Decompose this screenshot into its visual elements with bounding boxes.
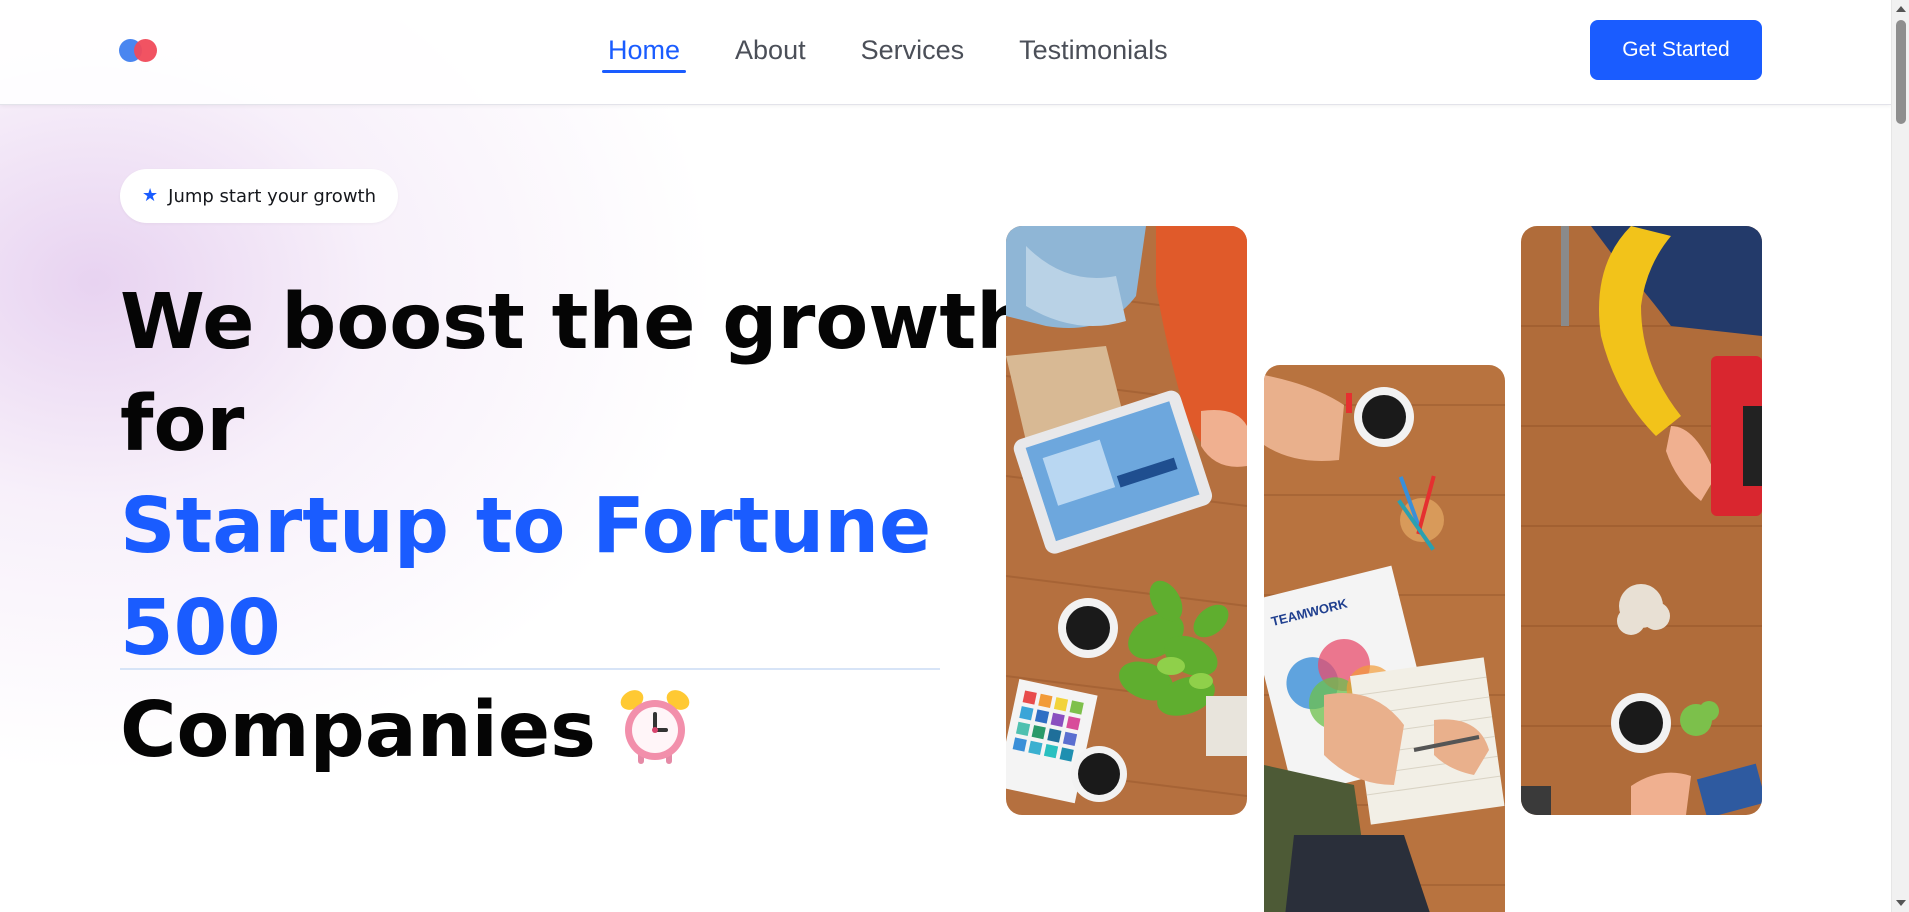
headline-line-2: for bbox=[120, 380, 245, 469]
page-scrollbar[interactable] bbox=[1891, 0, 1909, 912]
headline-line-1: We boost the growth bbox=[120, 278, 1031, 367]
team-desk-photo-right bbox=[1521, 226, 1762, 815]
nav-services-link[interactable]: Services bbox=[855, 30, 971, 70]
team-desk-photo-center: TEAMWORK bbox=[1264, 365, 1505, 912]
page: Home About Services Testimonials Get Sta… bbox=[0, 0, 1891, 912]
headline-highlight-line-1: Startup to Fortune bbox=[120, 482, 932, 571]
team-desk-photo-left bbox=[1006, 226, 1247, 815]
nav-testimonials-link[interactable]: Testimonials bbox=[1013, 30, 1174, 70]
logo-dot-red bbox=[134, 39, 157, 62]
headline-line-5: Companies bbox=[120, 686, 596, 775]
headline-highlight-line-2: 500 bbox=[120, 584, 281, 673]
nav-home-link[interactable]: Home bbox=[602, 30, 687, 73]
star-icon: ★ bbox=[142, 185, 159, 206]
get-started-button[interactable]: Get Started bbox=[1590, 20, 1762, 80]
hero-headline: We boost the growth for Startup to Fortu… bbox=[120, 272, 1031, 782]
badge-text: Jump start your growth bbox=[168, 185, 377, 207]
headline-line-5-wrap: Companies bbox=[120, 680, 960, 782]
main-nav: Home About Services Testimonials bbox=[602, 30, 1174, 74]
headline-underline bbox=[120, 668, 940, 670]
nav-about-link[interactable]: About bbox=[729, 30, 812, 70]
scrollbar-thumb[interactable] bbox=[1896, 20, 1906, 124]
alarm-clock-icon bbox=[618, 686, 692, 768]
scroll-up-icon[interactable] bbox=[1896, 6, 1906, 12]
site-header: Home About Services Testimonials Get Sta… bbox=[0, 0, 1891, 105]
scroll-down-icon[interactable] bbox=[1896, 900, 1906, 906]
growth-badge: ★ Jump start your growth bbox=[120, 169, 399, 223]
logo-icon[interactable] bbox=[119, 39, 161, 63]
